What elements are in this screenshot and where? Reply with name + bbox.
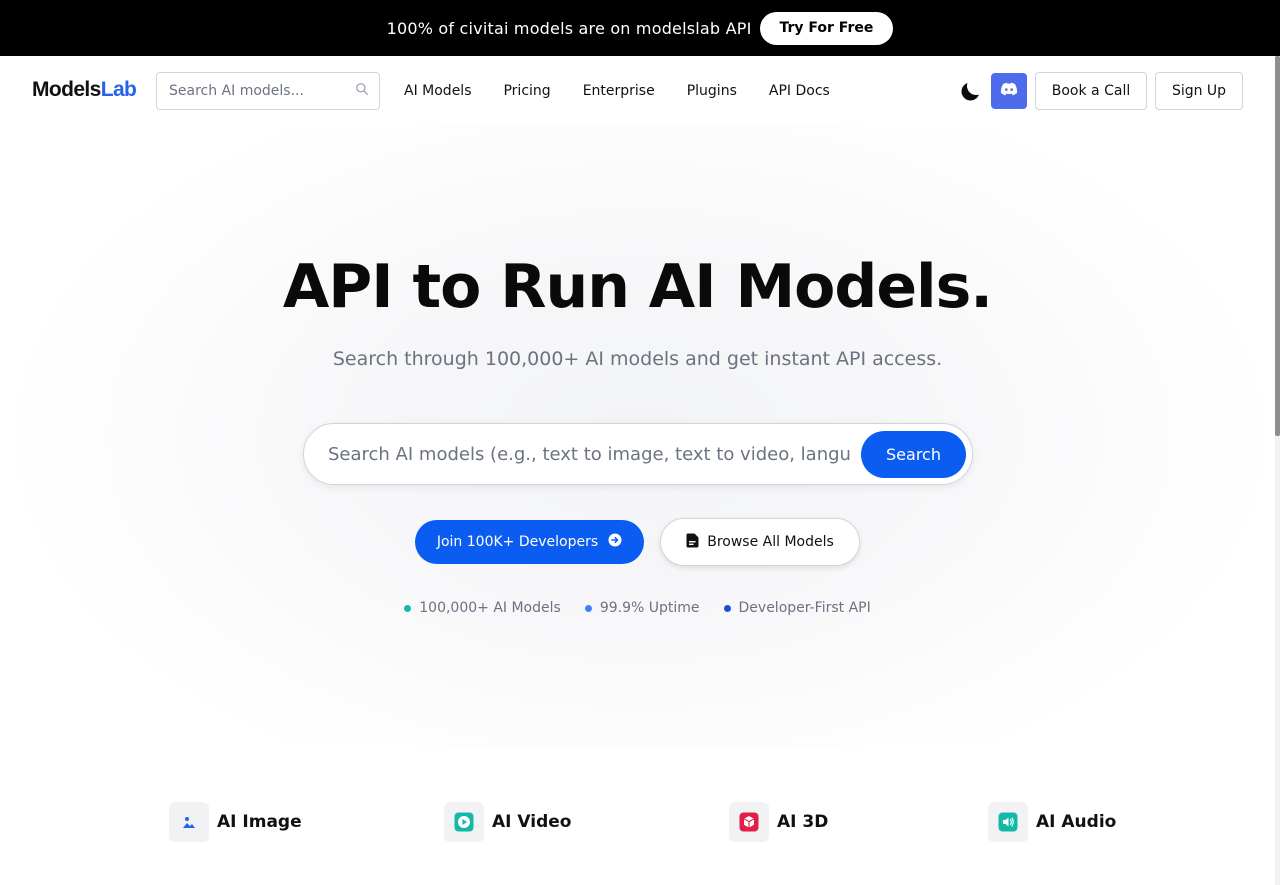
search-icon[interactable]: [355, 82, 369, 101]
browse-all-models-button[interactable]: Browse All Models: [660, 518, 860, 566]
category-ai-image[interactable]: AI Image: [169, 802, 302, 842]
cube-icon: [729, 802, 769, 842]
audio-icon: [988, 802, 1028, 842]
navbar: ModelsLab AI Models Pricing Enterprise P…: [0, 56, 1280, 126]
hero-subtitle: Search through 100,000+ AI models and ge…: [332, 348, 943, 370]
sign-up-button[interactable]: Sign Up: [1155, 72, 1243, 110]
stat-label: 100,000+ AI Models: [419, 600, 561, 616]
logo-text-lab: Lab: [100, 78, 137, 101]
stat-developer-api: Developer-First API: [723, 600, 871, 616]
dark-mode-toggle-icon[interactable]: [959, 79, 983, 103]
category-label: AI Audio: [1036, 812, 1117, 832]
logo[interactable]: ModelsLab: [32, 78, 137, 102]
browse-button-label: Browse All Models: [707, 534, 834, 550]
hero-search-button[interactable]: Search: [861, 431, 966, 478]
image-icon: [169, 802, 209, 842]
nav-plugins[interactable]: Plugins: [687, 83, 737, 99]
category-label: AI Image: [217, 812, 302, 832]
join-button-label: Join 100K+ Developers: [436, 534, 599, 550]
status-dot: [584, 604, 592, 612]
nav-ai-models[interactable]: AI Models: [404, 83, 471, 99]
category-ai-audio[interactable]: AI Audio: [988, 802, 1116, 842]
stat-label: 99.9% Uptime: [599, 600, 700, 616]
page-scrollbar-thumb[interactable]: [1275, 56, 1280, 436]
stat-uptime: 99.9% Uptime: [584, 600, 700, 616]
document-icon: [686, 533, 699, 552]
status-dot: [404, 604, 412, 612]
category-row: AI Image AI Video AI 3D AI Audio: [0, 802, 1275, 842]
promo-text: 100% of civitai models are on modelslab …: [386, 18, 752, 38]
try-for-free-button[interactable]: Try For Free: [759, 11, 894, 45]
video-icon: [444, 802, 484, 842]
main-nav: AI Models Pricing Enterprise Plugins API…: [404, 56, 862, 126]
header-search: [156, 72, 380, 110]
header-search-input[interactable]: [169, 83, 355, 99]
nav-pricing[interactable]: Pricing: [503, 83, 550, 99]
discord-icon: [1000, 82, 1018, 101]
logo-text-models: Models: [32, 78, 101, 101]
hero-search-input[interactable]: [328, 424, 850, 484]
nav-api-docs[interactable]: API Docs: [769, 83, 830, 99]
category-ai-3d[interactable]: AI 3D: [729, 802, 828, 842]
status-dot: [723, 604, 731, 612]
hero-title: API to Run AI Models.: [282, 252, 993, 322]
category-ai-video[interactable]: AI Video: [444, 802, 571, 842]
arrow-right-circle-icon: [608, 533, 622, 551]
hero-section: API to Run AI Models. Search through 100…: [0, 126, 1275, 746]
discord-button[interactable]: [991, 73, 1027, 109]
stat-models: 100,000+ AI Models: [404, 600, 561, 616]
book-a-call-button[interactable]: Book a Call: [1035, 72, 1147, 110]
promo-banner: 100% of civitai models are on modelslab …: [0, 0, 1280, 56]
join-developers-button[interactable]: Join 100K+ Developers: [415, 520, 644, 564]
category-label: AI Video: [492, 812, 572, 832]
hero-search-bar: Search: [303, 423, 973, 485]
category-label: AI 3D: [777, 812, 829, 832]
stat-label: Developer-First API: [738, 600, 871, 616]
nav-enterprise[interactable]: Enterprise: [583, 83, 655, 99]
hero-stats: 100,000+ AI Models 99.9% Uptime Develope…: [0, 600, 1275, 616]
